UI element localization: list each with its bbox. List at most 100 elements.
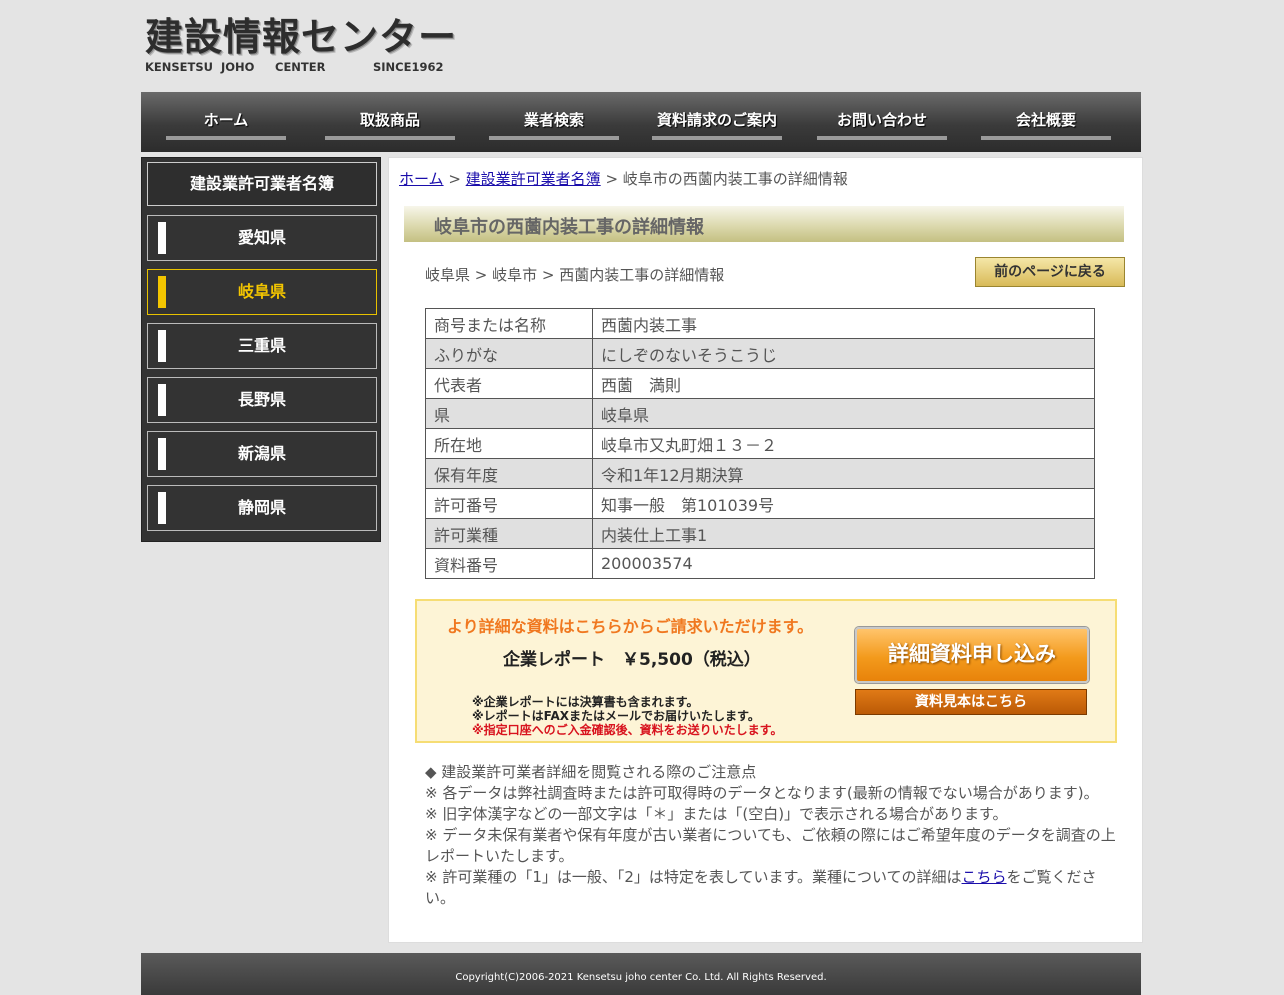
nav-company[interactable]: 会社概要 <box>981 92 1111 152</box>
nav-request-info[interactable]: 資料請求のご案内 <box>652 92 782 152</box>
page-title-bar: 岐阜市の西薗内装工事の詳細情報 <box>404 206 1124 242</box>
nav-underline <box>981 136 1111 140</box>
page-title: 岐阜市の西薗内装工事の詳細情報 <box>434 217 704 238</box>
table-key: ふりがな <box>425 338 593 369</box>
table-row: 資料番号 200003574 <box>425 548 1095 579</box>
breadcrumb: ホーム > 建設業許可業者名簿 > 岐阜市の西薗内装工事の詳細情報 <box>399 168 848 190</box>
logo-title: 建設情報センター <box>145 15 458 59</box>
table-key: 県 <box>425 398 593 429</box>
nav-underline <box>489 136 619 140</box>
nav-company-label: 会社概要 <box>1015 111 1076 129</box>
table-row: 保有年度 令和1年12月期決算 <box>425 458 1095 489</box>
breadcrumb-current: 岐阜市の西薗内装工事の詳細情報 <box>622 170 848 188</box>
main-content: ホーム > 建設業許可業者名簿 > 岐阜市の西薗内装工事の詳細情報 岐阜市の西薗… <box>388 157 1143 943</box>
sidebar-item-shizuoka[interactable]: 静岡県 <box>147 485 377 531</box>
back-button[interactable]: 前のページに戻る <box>975 257 1125 287</box>
table-row: 商号または名称 西薗内装工事 <box>425 308 1095 339</box>
table-value: 西薗内装工事 <box>592 308 1095 339</box>
table-key: 代表者 <box>425 368 593 399</box>
sidebar-item-label: 新潟県 <box>237 444 286 463</box>
table-row: 所在地 岐阜市又丸町畑１３－２ <box>425 428 1095 459</box>
breadcrumb-separator: > <box>443 170 466 188</box>
table-key: 商号または名称 <box>425 308 593 339</box>
table-value: にしぞのないそうこうじ <box>592 338 1095 369</box>
nav-contact[interactable]: お問い合わせ <box>817 92 947 152</box>
footer: Copyright(C)2006-2021 Kensetsu joho cent… <box>141 953 1141 995</box>
notes-line: ※ データ未保有業者や保有年度が古い業者についても、ご依頼の際にはご希望年度のデ… <box>425 826 1116 865</box>
nav-underline <box>166 136 286 140</box>
copyright-text: Copyright(C)2006-2021 Kensetsu joho cent… <box>455 972 827 983</box>
table-value: 内装仕上工事1 <box>592 518 1095 549</box>
nav-home[interactable]: ホーム <box>166 92 286 152</box>
table-row: ふりがな にしぞのないそうこうじ <box>425 338 1095 369</box>
industry-detail-link[interactable]: こちら <box>962 868 1007 886</box>
sidebar-item-nagano[interactable]: 長野県 <box>147 377 377 423</box>
nav-products-label: 取扱商品 <box>359 111 420 129</box>
table-value: 岐阜県 <box>592 398 1095 429</box>
sidebar: 建設業許可業者名簿 愛知県 岐阜県 三重県 長野県 新潟県 静岡県 <box>141 157 381 542</box>
location-path: 岐阜県 > 岐阜市 > 西薗内装工事の詳細情報 <box>425 266 725 284</box>
sidebar-item-label: 三重県 <box>237 336 286 355</box>
nav-underline <box>817 136 947 140</box>
sidebar-item-label: 岐阜県 <box>237 282 286 301</box>
sidebar-item-marker <box>158 330 166 362</box>
apply-detail-report-button[interactable]: 詳細資料申し込み <box>855 627 1089 683</box>
notes-line: ※ 許可業種の「1」は一般、「2」は特定を表しています。業種についての詳細はこち… <box>425 867 1123 909</box>
table-key: 資料番号 <box>425 548 593 579</box>
table-value: 知事一般 第101039号 <box>592 488 1095 519</box>
sidebar-item-label: 長野県 <box>237 390 286 409</box>
sidebar-item-marker <box>158 438 166 470</box>
nav-home-label: ホーム <box>203 111 249 129</box>
nav-request-info-label: 資料請求のご案内 <box>656 111 777 129</box>
logo-sub-kensetsu: KENSETSU <box>145 60 213 74</box>
page-wrapper: 建設情報センター KENSETSU JOHO CENTER SINCE1962 ホーム… <box>141 0 1143 995</box>
notes-text: ※ 許可業種の「1」は一般、「2」は特定を表しています。業種についての詳細は <box>425 868 962 886</box>
table-row: 許可番号 知事一般 第101039号 <box>425 488 1095 519</box>
nav-search[interactable]: 業者検索 <box>489 92 619 152</box>
nav-products[interactable]: 取扱商品 <box>325 92 455 152</box>
logo-sub-joho: JOHO <box>221 60 255 74</box>
table-key: 保有年度 <box>425 458 593 489</box>
promo-headline: より詳細な資料はこちらからご請求いただけます。 <box>447 617 814 636</box>
sidebar-heading[interactable]: 建設業許可業者名簿 <box>147 162 377 206</box>
sidebar-item-mie[interactable]: 三重県 <box>147 323 377 369</box>
top-navigation: ホーム 取扱商品 業者検索 資料請求のご案内 お問い合わせ 会社概要 <box>141 92 1141 152</box>
promo-product-price: 企業レポート ￥5,500（税込） <box>503 650 761 670</box>
logo-sub-since: SINCE1962 <box>373 60 444 74</box>
notes-line: ※ 旧字体漢字などの一部文字は「＊」または「(空白)」で表示される場合があります… <box>425 805 1008 823</box>
sidebar-item-label: 静岡県 <box>237 498 286 517</box>
sidebar-item-marker <box>158 492 166 524</box>
nav-contact-label: お問い合わせ <box>836 111 927 129</box>
table-row: 県岐阜県 <box>425 398 1095 429</box>
table-row: 許可業種 内装仕上工事1 <box>425 518 1095 549</box>
nav-underline <box>652 136 782 140</box>
report-sample-button[interactable]: 資料見本はこちら <box>855 689 1087 715</box>
notes-heading: ◆ 建設業許可業者詳細を閲覧される際のご注意点 <box>425 763 757 781</box>
nav-search-label: 業者検索 <box>523 111 584 129</box>
breadcrumb-list-link[interactable]: 建設業許可業者名簿 <box>466 170 601 188</box>
breadcrumb-home-link[interactable]: ホーム <box>399 170 444 188</box>
site-logo[interactable]: 建設情報センター KENSETSU JOHO CENTER SINCE1962 <box>145 14 458 76</box>
promo-note: ※企業レポートには決算書も含まれます。 <box>472 695 699 709</box>
sidebar-item-niigata[interactable]: 新潟県 <box>147 431 377 477</box>
table-value: 西薗 満則 <box>592 368 1095 399</box>
sidebar-item-gifu[interactable]: 岐阜県 <box>147 269 377 315</box>
table-key: 許可番号 <box>425 488 593 519</box>
sidebar-item-marker <box>158 276 166 308</box>
logo-subtitle: KENSETSU JOHO CENTER SINCE1962 <box>145 60 455 74</box>
notes-line: ※ 各データは弊社調査時または許可取得時のデータとなります(最新の情報でない場合… <box>425 784 1099 802</box>
table-row: 代表者 西薗 満則 <box>425 368 1095 399</box>
nav-underline <box>325 136 455 140</box>
table-key: 許可業種 <box>425 518 593 549</box>
table-key: 所在地 <box>425 428 593 459</box>
detail-table: 商号または名称 西薗内装工事 ふりがな にしぞのないそうこうじ 代表者 西薗 満則 県… <box>425 308 1095 579</box>
sidebar-item-marker <box>158 222 166 254</box>
promo-note: ※レポートはFAXまたはメールでお届けいたします。 <box>472 709 760 723</box>
sidebar-item-label: 愛知県 <box>237 228 286 247</box>
table-value: 令和1年12月期決算 <box>592 458 1095 489</box>
sidebar-item-aichi[interactable]: 愛知県 <box>147 215 377 261</box>
report-request-banner: より詳細な資料はこちらからご請求いただけます。 企業レポート ￥5,500（税込… <box>415 599 1117 743</box>
sidebar-item-marker <box>158 384 166 416</box>
logo-sub-center: CENTER <box>275 60 326 74</box>
table-value: 200003574 <box>592 548 1095 579</box>
